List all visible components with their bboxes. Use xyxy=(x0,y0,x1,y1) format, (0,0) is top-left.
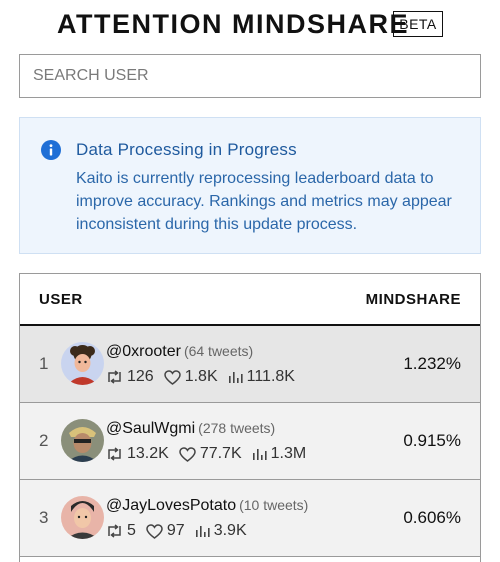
column-header-user[interactable]: USER xyxy=(39,291,83,308)
retweet-stat: 5 xyxy=(106,522,136,540)
table-row[interactable]: 2 @SaulWgmi (278 tweets) 13.2K 77.7K 1.3… xyxy=(20,403,480,480)
info-icon xyxy=(41,140,61,160)
processing-notice: Data Processing in Progress Kaito is cur… xyxy=(19,117,481,254)
search-box[interactable] xyxy=(19,54,481,98)
retweet-count: 13.2K xyxy=(127,445,169,462)
heart-icon xyxy=(179,446,196,462)
like-count: 1.8K xyxy=(184,368,218,385)
views-stat: 111.8K xyxy=(228,368,295,386)
mindshare-value: 0.606% xyxy=(403,508,461,527)
handle-text[interactable]: @JayLovesPotato xyxy=(106,497,236,514)
retweet-icon xyxy=(108,524,121,538)
avatar[interactable] xyxy=(61,342,104,385)
views-stat: 1.3M xyxy=(252,445,307,463)
notice-title: Data Processing in Progress xyxy=(76,140,297,159)
handle-text[interactable]: @0xrooter xyxy=(106,343,181,360)
mindshare-value: 0.915% xyxy=(403,431,461,450)
tweet-count: (10 tweets) xyxy=(239,497,309,513)
tweet-count: (278 tweets) xyxy=(198,420,276,436)
views-stat: 3.9K xyxy=(195,522,247,540)
views-count: 3.9K xyxy=(213,522,247,539)
engagement-stats: 126 1.8K 111.8K xyxy=(106,368,305,386)
views-count: 1.3M xyxy=(270,445,307,462)
notice-body: Kaito is currently reprocessing leaderbo… xyxy=(76,170,452,233)
engagement-stats: 13.2K 77.7K 1.3M xyxy=(106,445,316,463)
avatar[interactable] xyxy=(61,496,104,539)
mindshare-value: 1.232% xyxy=(403,354,461,373)
views-count: 111.8K xyxy=(246,368,295,385)
engagement-stats: 5 97 3.9K xyxy=(106,522,257,540)
tweet-count: (64 tweets) xyxy=(183,343,254,359)
heart-icon xyxy=(146,523,163,539)
retweet-count: 126 xyxy=(127,368,154,385)
views-icon xyxy=(195,526,210,537)
heart-icon xyxy=(163,369,181,385)
rank-number: 3 xyxy=(39,508,49,527)
table-row[interactable]: 3 @JayLovesPotato (10 tweets) 5 97 3.9K … xyxy=(20,480,480,557)
user-handle[interactable]: @0xrooter (64 tweets) xyxy=(106,343,253,361)
like-stat: 97 xyxy=(146,522,185,540)
table-row[interactable]: 1 @0xrooter (64 tweets) 126 1.8K 111.8K … xyxy=(20,326,480,403)
retweet-icon xyxy=(108,447,121,461)
like-stat: 77.7K xyxy=(179,445,242,463)
page-header: ATTENTION MINDSHARE BETA xyxy=(0,8,500,42)
handle-text[interactable]: @SaulWgmi xyxy=(106,420,195,437)
views-icon xyxy=(228,372,243,383)
like-count: 77.7K xyxy=(199,445,242,462)
beta-badge: BETA xyxy=(393,11,443,37)
views-icon xyxy=(252,449,267,460)
user-handle[interactable]: @JayLovesPotato (10 tweets) xyxy=(106,497,308,515)
rank-number: 2 xyxy=(39,431,49,450)
like-stat: 1.8K xyxy=(163,368,218,386)
like-count: 97 xyxy=(166,522,185,539)
page-title: ATTENTION MINDSHARE xyxy=(57,9,409,39)
retweet-stat: 126 xyxy=(106,368,154,386)
table-header: USER MINDSHARE xyxy=(20,274,480,326)
retweet-stat: 13.2K xyxy=(106,445,169,463)
avatar[interactable] xyxy=(61,419,104,462)
retweet-icon xyxy=(108,370,121,384)
search-input[interactable] xyxy=(20,55,480,97)
rank-number: 1 xyxy=(39,354,49,373)
column-header-mindshare[interactable]: MINDSHARE xyxy=(366,291,461,308)
leaderboard-table: USER MINDSHARE 1 @0xrooter (64 tweets) 12 xyxy=(19,273,481,562)
user-handle[interactable]: @SaulWgmi (278 tweets) xyxy=(106,420,275,438)
retweet-count: 5 xyxy=(127,522,136,539)
